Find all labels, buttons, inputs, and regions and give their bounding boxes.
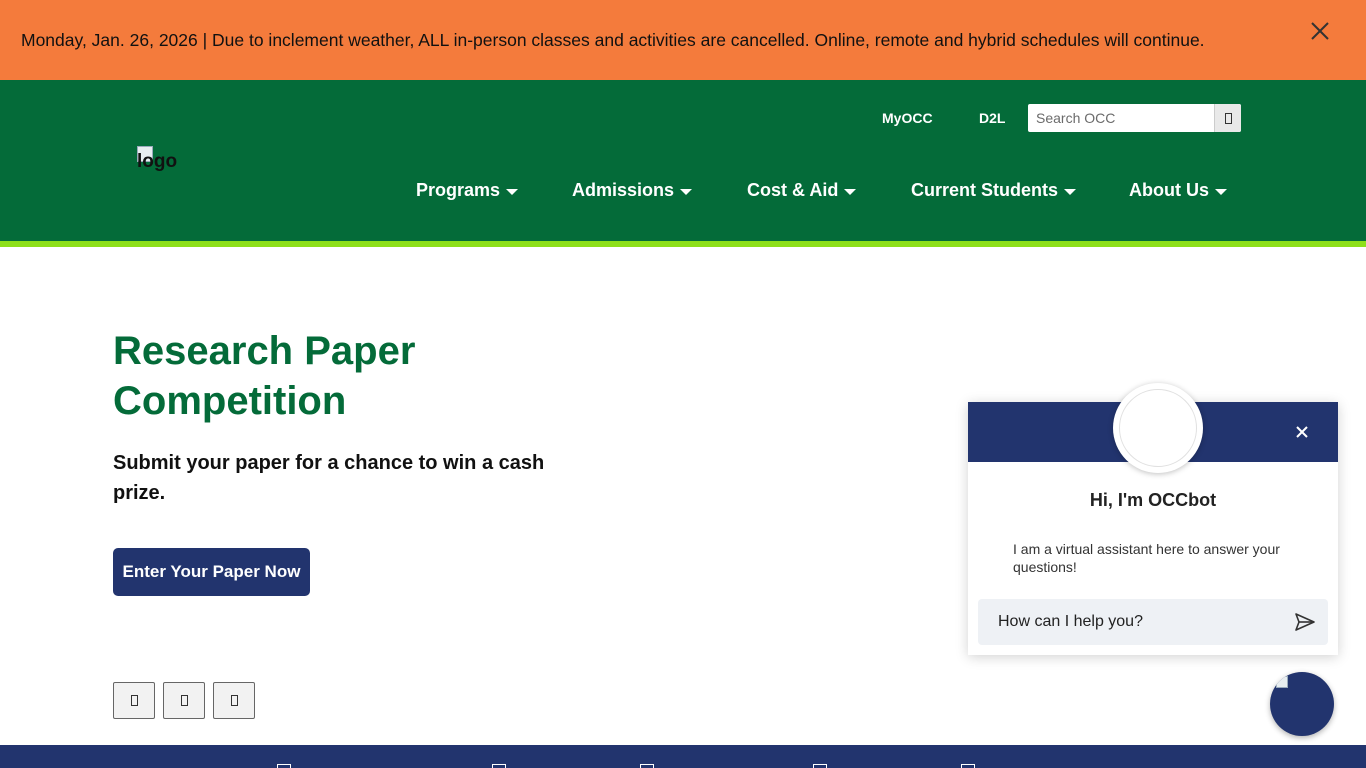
slide-pause-button[interactable] — [163, 682, 205, 719]
caret-down-icon — [1064, 188, 1077, 195]
weather-alert-banner: Monday, Jan. 26, 2026 | Due to inclement… — [0, 0, 1366, 80]
nav-programs[interactable]: Programs — [416, 180, 519, 201]
next-icon — [230, 695, 238, 706]
broken-image-icon — [1276, 676, 1288, 688]
nav-current-students[interactable]: Current Students — [911, 180, 1077, 201]
quick-link-icon[interactable] — [277, 764, 291, 768]
nav-label: Admissions — [572, 180, 675, 200]
caret-down-icon — [1215, 188, 1227, 195]
chatbot-launcher-button[interactable] — [1270, 672, 1334, 736]
send-icon[interactable] — [1294, 612, 1316, 632]
quick-link-icon[interactable] — [492, 764, 506, 768]
quick-link-icon[interactable] — [813, 764, 827, 768]
quick-link-icon[interactable] — [640, 764, 654, 768]
chat-input-container — [978, 599, 1328, 645]
chat-input[interactable] — [978, 599, 1278, 645]
close-icon[interactable] — [1306, 17, 1334, 45]
quick-link-icon[interactable] — [961, 764, 975, 768]
logo-alt-text: logo — [137, 151, 178, 172]
alert-message: Monday, Jan. 26, 2026 | Due to inclement… — [21, 30, 1205, 50]
search-icon — [1224, 112, 1232, 124]
search-button[interactable] — [1214, 104, 1241, 132]
site-logo[interactable]: logo — [137, 146, 177, 173]
nav-cost-aid[interactable]: Cost & Aid — [747, 180, 857, 201]
avatar-image — [1119, 389, 1197, 467]
enter-paper-button[interactable]: Enter Your Paper Now — [113, 548, 310, 596]
prev-icon — [130, 695, 138, 706]
pause-icon — [180, 695, 188, 706]
chatbot-avatar — [1113, 383, 1203, 473]
myocc-link[interactable]: MyOCC — [882, 110, 933, 126]
hero-title: Research Paper Competition — [113, 329, 416, 423]
slide-prev-button[interactable] — [113, 682, 155, 719]
chatbot-message: I am a virtual assistant here to answer … — [1013, 541, 1280, 575]
nav-about-us[interactable]: About Us — [1129, 180, 1227, 201]
header-accent-stripe — [0, 241, 1366, 247]
d2l-link[interactable]: D2L — [979, 110, 1005, 126]
nav-label: Programs — [416, 180, 501, 200]
nav-admissions[interactable]: Admissions — [572, 180, 693, 201]
close-icon[interactable] — [1294, 424, 1310, 440]
caret-down-icon — [844, 188, 857, 195]
quick-links-bar — [0, 745, 1366, 768]
caret-down-icon — [506, 188, 519, 195]
caret-down-icon — [680, 188, 693, 195]
search-box — [1028, 104, 1241, 132]
nav-label: About Us — [1129, 180, 1209, 200]
nav-label: Cost & Aid — [747, 180, 839, 200]
nav-label: Current Students — [911, 180, 1059, 200]
chatbot-panel: Hi, I'm OCCbot I am a virtual assistant … — [968, 383, 1338, 655]
hero-subtitle: Submit your paper for a chance to win a … — [113, 452, 545, 504]
slide-next-button[interactable] — [213, 682, 255, 719]
search-input[interactable] — [1028, 104, 1214, 132]
chatbot-greeting: Hi, I'm OCCbot — [1089, 490, 1217, 510]
